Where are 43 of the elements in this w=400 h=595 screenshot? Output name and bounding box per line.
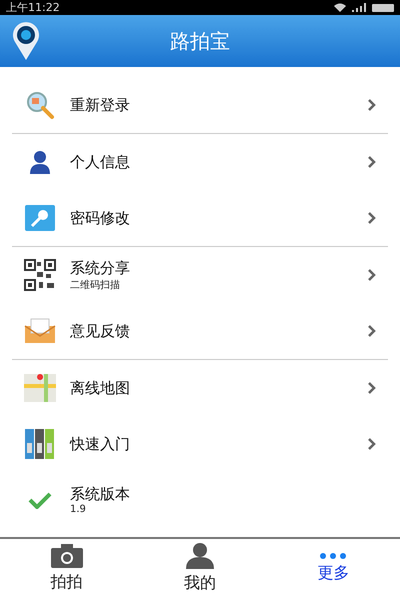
menu-item[interactable]: 意见反馈 <box>12 303 388 359</box>
key-icon <box>25 205 55 231</box>
item-sublabel: 1.9 <box>70 504 87 515</box>
person-icon <box>184 542 216 568</box>
signal-icon <box>352 3 366 12</box>
camera-icon <box>50 544 83 568</box>
item-label: 系统版本 <box>70 485 131 504</box>
menu-item[interactable]: 个人信息 <box>12 134 388 190</box>
binders-icon <box>24 429 56 459</box>
envelope-icon <box>24 318 56 344</box>
chevron-icon <box>368 438 376 450</box>
status-time: 上午11:22 <box>6 0 60 15</box>
item-sublabel: 二维码扫描 <box>70 278 121 292</box>
chevron-icon <box>368 212 376 224</box>
chevron-icon <box>368 156 376 168</box>
item-label: 重新登录 <box>70 96 131 114</box>
battery-icon <box>372 4 394 12</box>
magnifier-icon <box>25 90 55 120</box>
menu-item[interactable]: 密码修改 <box>12 190 388 246</box>
chevron-icon <box>368 269 376 281</box>
location-pin-icon <box>12 22 40 60</box>
map-icon <box>24 374 56 402</box>
chevron-icon <box>368 382 376 394</box>
app-title: 路拍宝 <box>170 28 230 54</box>
menu-item[interactable]: 离线地图 <box>12 360 388 416</box>
item-label: 系统分享 <box>70 258 131 278</box>
item-label: 离线地图 <box>70 378 131 398</box>
menu-item[interactable]: 重新登录 <box>12 77 388 133</box>
chevron-icon <box>368 99 376 111</box>
item-label: 快速入门 <box>70 434 131 454</box>
tab[interactable]: 拍拍 <box>0 539 134 595</box>
tab[interactable]: 我的 <box>133 539 267 595</box>
item-label: 个人信息 <box>70 152 131 172</box>
tab[interactable]: 更多 <box>266 539 400 595</box>
checkmark-icon <box>28 491 52 509</box>
qr-code-icon <box>24 259 56 291</box>
menu-item[interactable]: 系统分享 二维码扫描 <box>12 247 388 303</box>
item-label: 意见反馈 <box>70 322 131 340</box>
item-label: 密码修改 <box>70 208 131 228</box>
menu-item[interactable]: 快速入门 <box>12 416 388 472</box>
wifi-icon <box>334 3 346 12</box>
chevron-icon <box>368 325 376 337</box>
more-icon <box>320 552 346 558</box>
